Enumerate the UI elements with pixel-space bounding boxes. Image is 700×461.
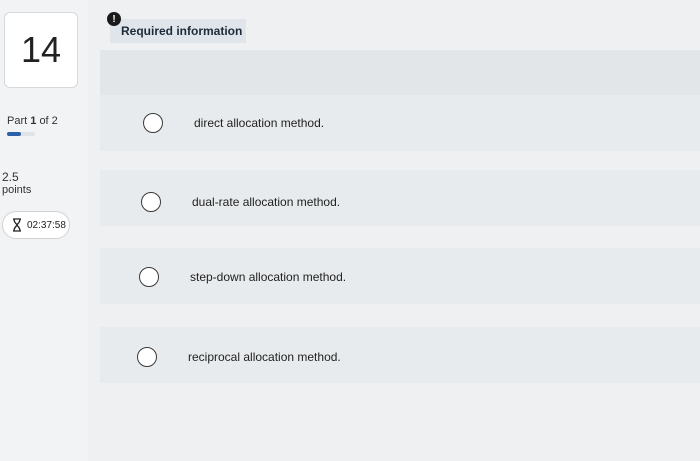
part-suffix: of 2	[39, 115, 58, 127]
part-progress-bar	[7, 132, 35, 136]
answer-option-label: direct allocation method.	[194, 116, 325, 130]
timer[interactable]: 02:37:58	[2, 211, 70, 239]
answer-option-label: dual-rate allocation method.	[192, 195, 341, 209]
left-sidebar: 14 Part 1 of 2 2.5 points 02:37:58	[0, 0, 90, 461]
question-number: 14	[4, 12, 78, 88]
hourglass-icon	[13, 218, 21, 232]
radio-button[interactable]	[143, 113, 163, 133]
answer-option-label: reciprocal allocation method.	[188, 350, 341, 364]
required-info-label: Required information	[121, 24, 243, 38]
answer-option-label: step-down allocation method.	[190, 270, 347, 284]
required-info-banner[interactable]: Required information	[110, 19, 246, 43]
part-prefix: Part	[7, 115, 28, 127]
part-current: 1	[30, 115, 37, 127]
radio-button[interactable]	[141, 192, 161, 212]
alert-icon: !	[107, 12, 121, 26]
part-progress-fill	[7, 132, 21, 136]
radio-button[interactable]	[137, 347, 157, 367]
question-header-bar	[100, 50, 700, 96]
part-indicator: Part 1 of 2	[7, 115, 58, 127]
answer-option-2[interactable]: dual-rate allocation method.	[141, 191, 401, 213]
answer-option-1[interactable]: direct allocation method.	[143, 112, 403, 134]
timer-text: 02:37:58	[27, 219, 66, 231]
answer-option-3[interactable]: step-down allocation method.	[139, 266, 399, 288]
points-label: points	[2, 184, 32, 196]
points-value: 2.5	[2, 170, 19, 184]
answer-option-4[interactable]: reciprocal allocation method.	[137, 346, 397, 368]
radio-button[interactable]	[139, 267, 159, 287]
